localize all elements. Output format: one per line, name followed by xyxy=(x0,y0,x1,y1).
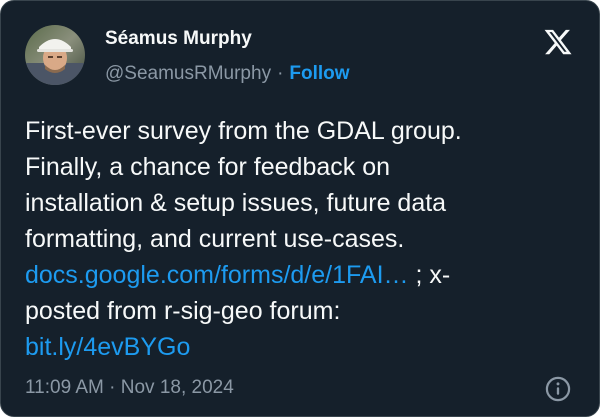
tweet-line: docs.google.com/forms/d/e/1FAI… ; x- xyxy=(25,257,580,293)
tweet-line: formatting, and current use-cases. xyxy=(25,225,405,253)
author-display-name[interactable]: Séamus Murphy xyxy=(105,28,252,50)
avatar-photo xyxy=(25,25,85,85)
tweet-line: First-ever survey from the GDAL group. xyxy=(25,117,462,145)
tweet-line: bit.ly/4evBYGo xyxy=(25,329,580,365)
author-handle-line: @SeamusRMurphy · Follow xyxy=(105,63,350,85)
tweet-line: Finally, a chance for feedback on xyxy=(25,153,391,181)
forum-link[interactable]: bit.ly/4evBYGo xyxy=(25,333,190,361)
tweet-line: posted from r-sig-geo forum: xyxy=(25,297,341,325)
follow-button[interactable]: Follow xyxy=(289,63,349,84)
x-logo-icon[interactable] xyxy=(543,27,573,57)
author-handle[interactable]: @SeamusRMurphy xyxy=(105,63,271,84)
avatar[interactable] xyxy=(25,25,85,85)
tweet-line: installation & setup issues, future data xyxy=(25,189,447,217)
tweet-timestamp[interactable]: 11:09 AM · Nov 18, 2024 xyxy=(25,377,234,399)
survey-link[interactable]: docs.google.com/forms/d/e/1FAI… xyxy=(25,261,409,289)
tweet-line-tail: ; x- xyxy=(408,261,451,289)
tweet-card: Séamus Murphy @SeamusRMurphy · Follow Firs… xyxy=(0,0,600,417)
tweet-text: First-ever survey from the GDAL group. F… xyxy=(25,113,580,365)
separator-dot: · xyxy=(277,63,284,84)
info-icon[interactable] xyxy=(544,375,572,403)
